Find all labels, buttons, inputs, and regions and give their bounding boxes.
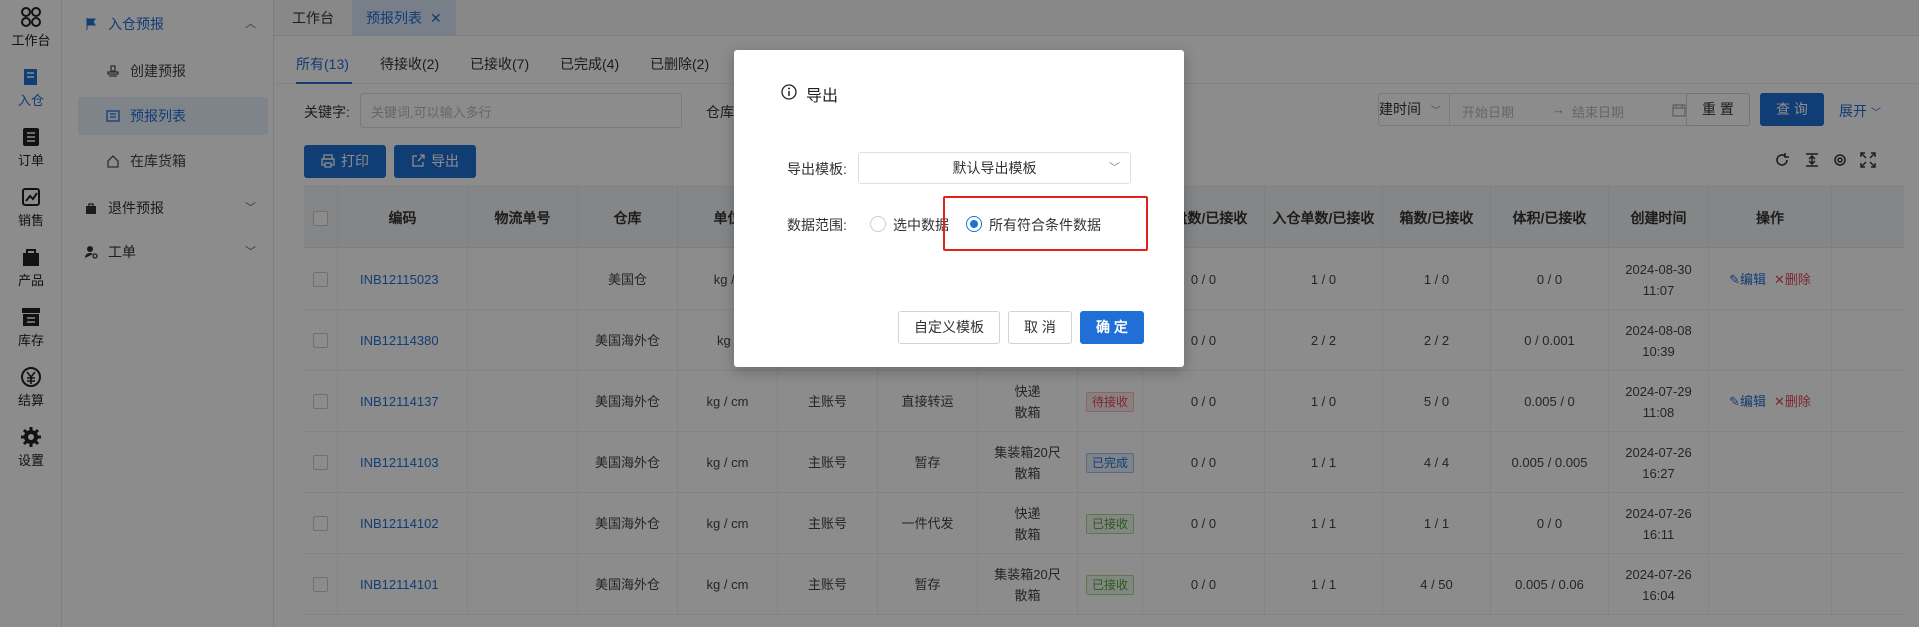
custom-template-button[interactable]: 自定义模板 [898, 311, 1000, 344]
dialog-title: 导出 [806, 88, 839, 105]
template-select[interactable]: 默认导出模板 ﹀ [858, 152, 1131, 184]
radio-selected-data-label[interactable]: 选中数据 [893, 215, 949, 235]
info-icon [781, 84, 797, 100]
highlight-box [943, 196, 1148, 251]
export-dialog: 导出 导出模板: 默认导出模板 ﹀ 数据范围: 选中数据 所有符合条件数据 自定… [734, 50, 1184, 367]
template-label: 导出模板: [787, 161, 847, 177]
radio-selected-data[interactable] [870, 216, 886, 232]
template-select-value: 默认导出模板 [952, 160, 1037, 176]
range-label: 数据范围: [787, 217, 847, 233]
app-root: 工作台 入仓 订单 销售 产品 库存 结算 设置 入仓预报 ︿ 创建预报 预报列… [0, 0, 1919, 627]
chevron-down-icon: ﹀ [1109, 162, 1120, 174]
confirm-button[interactable]: 确 定 [1080, 311, 1144, 344]
cancel-button[interactable]: 取 消 [1008, 311, 1072, 344]
